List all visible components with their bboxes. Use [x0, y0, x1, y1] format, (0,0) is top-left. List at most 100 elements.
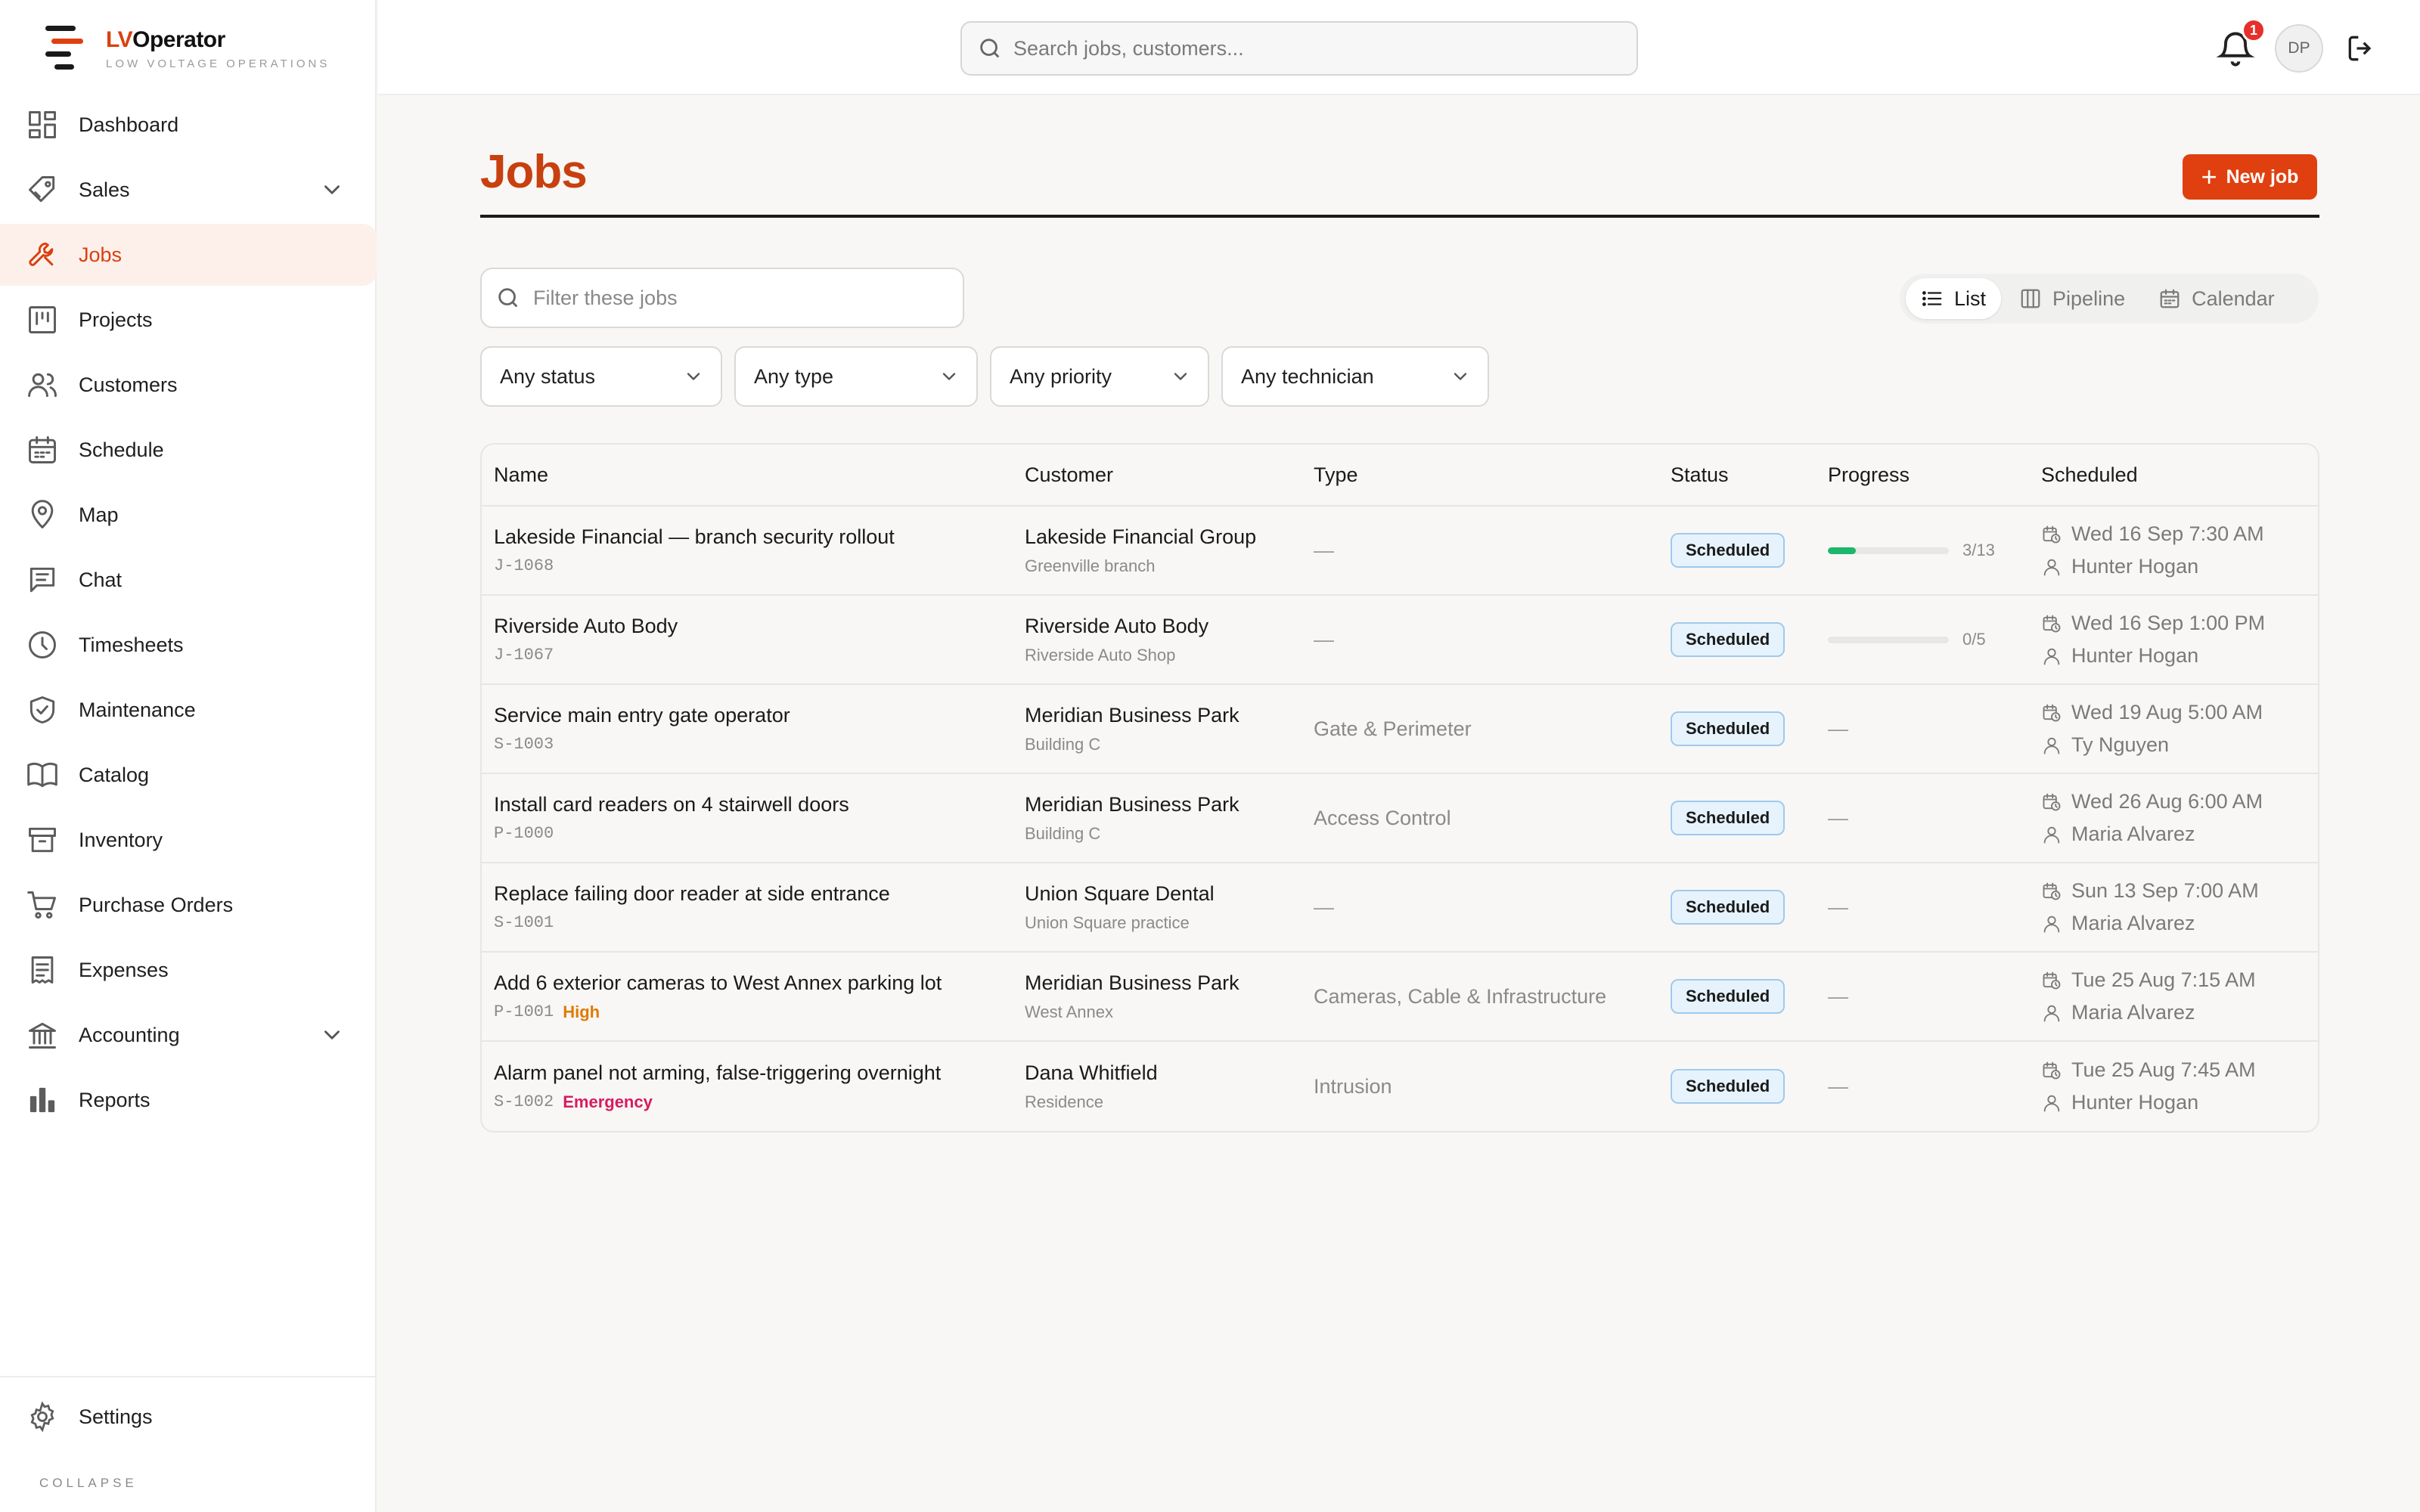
job-name[interactable]: Riverside Auto Body: [494, 615, 1025, 638]
view-pipeline[interactable]: Pipeline: [2004, 278, 2140, 319]
sidebar-item-inventory[interactable]: Inventory: [0, 809, 377, 871]
assigned-technician: Hunter Hogan: [2071, 644, 2199, 667]
job-name[interactable]: Lakeside Financial — branch security rol…: [494, 525, 1025, 549]
clock-icon: [29, 631, 56, 658]
table-row[interactable]: Alarm panel not arming, false-triggering…: [482, 1042, 2318, 1131]
brand-tagline: LOW VOLTAGE OPERATIONS: [106, 57, 330, 70]
sidebar-item-timesheets[interactable]: Timesheets: [0, 614, 377, 676]
customer-location: Building C: [1025, 823, 1101, 843]
archive-icon: [29, 827, 56, 853]
sidebar-item-catalog[interactable]: Catalog: [0, 744, 377, 806]
new-job-button[interactable]: + New job: [2183, 154, 2317, 200]
table-row[interactable]: Riverside Auto Body J-1067 Riverside Aut…: [482, 596, 2318, 685]
user-icon: [2043, 1005, 2060, 1021]
sidebar-item-maintenance[interactable]: Maintenance: [0, 679, 377, 741]
column-header-status[interactable]: Status: [1671, 463, 1828, 487]
column-header-customer[interactable]: Customer: [1025, 463, 1314, 487]
sidebar-item-accounting[interactable]: Accounting: [0, 1004, 377, 1066]
top-bar: 1 DP: [378, 0, 2420, 95]
priority-label: High: [563, 1002, 600, 1021]
column-header-scheduled[interactable]: Scheduled: [2041, 463, 2318, 487]
global-search[interactable]: [960, 21, 1638, 76]
filter-dropdowns: Any status Any type Any priority Any techni…: [480, 346, 1501, 407]
sidebar-item-purchase-orders[interactable]: Purchase Orders: [0, 874, 377, 936]
sidebar-item-chat[interactable]: Chat: [0, 549, 377, 611]
job-code: P-1000: [494, 824, 554, 843]
column-header-progress[interactable]: Progress: [1828, 463, 2041, 487]
wrench-icon: [29, 242, 54, 266]
job-name[interactable]: Service main entry gate operator: [494, 704, 1025, 727]
any-status-dropdown[interactable]: Any status: [480, 346, 722, 407]
table-row[interactable]: Install card readers on 4 stairwell door…: [482, 774, 2318, 863]
sidebar-item-dashboard[interactable]: Dashboard: [0, 94, 377, 156]
job-code: J-1067: [494, 646, 554, 665]
column-header-name[interactable]: Name: [482, 463, 1025, 487]
sidebar-item-label: Catalog: [79, 763, 150, 786]
sidebar-item-schedule[interactable]: Schedule: [0, 419, 377, 481]
columns-icon: [2021, 289, 2040, 308]
sidebar-item-jobs[interactable]: Jobs: [0, 224, 377, 286]
chevron-down-icon: [1454, 373, 1467, 380]
calendar-icon: [29, 436, 56, 463]
job-name[interactable]: Alarm panel not arming, false-triggering…: [494, 1061, 1025, 1085]
view-label: List: [1954, 287, 1987, 310]
any-priority-dropdown[interactable]: Any priority: [990, 346, 1209, 407]
jobs-filter[interactable]: [480, 268, 964, 328]
kanban-icon: [29, 306, 56, 333]
any-technician-dropdown[interactable]: Any technician: [1221, 346, 1489, 407]
progress-count: 3/13: [1962, 541, 1995, 559]
scheduled-date: Sun 13 Sep 7:00 AM: [2071, 879, 2259, 902]
user-icon: [2043, 826, 2060, 843]
table-body: Lakeside Financial — branch security rol…: [482, 507, 2318, 1131]
jobs-filter-input[interactable]: [533, 286, 957, 310]
customer-name: Meridian Business Park: [1025, 792, 1239, 816]
sidebar-item-map[interactable]: Map: [0, 484, 377, 546]
sidebar-item-label: Expenses: [79, 958, 169, 981]
bar-chart-icon: [29, 1087, 55, 1113]
progress-count: 0/5: [1962, 630, 1986, 649]
app-logo[interactable]: LVOperator LOW VOLTAGE OPERATIONS: [44, 24, 330, 71]
sidebar-item-label: Sales: [79, 178, 130, 201]
page-title: Jobs: [480, 146, 588, 198]
bank-icon: [29, 1022, 56, 1049]
any-type-dropdown[interactable]: Any type: [734, 346, 978, 407]
sidebar-item-projects[interactable]: Projects: [0, 289, 377, 351]
job-name[interactable]: Add 6 exterior cameras to West Annex par…: [494, 971, 1025, 995]
view-calendar[interactable]: Calendar: [2143, 278, 2290, 319]
sidebar-item-label: Jobs: [79, 243, 123, 266]
global-search-input[interactable]: [1013, 36, 1618, 60]
sidebar-item-customers[interactable]: Customers: [0, 354, 377, 416]
dropdown-value: Any priority: [1010, 364, 1112, 388]
plus-icon: +: [2201, 161, 2217, 192]
new-job-label: New job: [2226, 166, 2299, 187]
view-list[interactable]: List: [1906, 278, 2002, 319]
sidebar-item-expenses[interactable]: Expenses: [0, 939, 377, 1001]
user-icon: [2043, 916, 2060, 932]
collapse-button[interactable]: COLLAPSE: [39, 1476, 138, 1491]
status-badge: Scheduled: [1671, 1069, 1786, 1104]
sidebar: LVOperator LOW VOLTAGE OPERATIONS Dashbo…: [0, 0, 377, 1512]
job-code: S-1003: [494, 735, 554, 754]
customer-location: Building C: [1025, 734, 1101, 754]
dashboard-icon: [29, 111, 56, 138]
sidebar-item-sales[interactable]: Sales: [0, 159, 377, 221]
sidebar-item-label: Maintenance: [79, 698, 196, 721]
job-name[interactable]: Install card readers on 4 stairwell door…: [494, 793, 1025, 816]
job-name[interactable]: Replace failing door reader at side entr…: [494, 882, 1025, 906]
table-row[interactable]: Lakeside Financial — branch security rol…: [482, 507, 2318, 596]
user-avatar[interactable]: DP: [2275, 24, 2323, 73]
logout-icon[interactable]: [2344, 32, 2378, 65]
column-header-type[interactable]: Type: [1314, 463, 1671, 487]
view-label: Pipeline: [2052, 287, 2126, 310]
table-row[interactable]: Replace failing door reader at side entr…: [482, 863, 2318, 953]
sidebar-item-settings[interactable]: Settings: [26, 1400, 153, 1433]
sidebar-item-reports[interactable]: Reports: [0, 1069, 377, 1131]
table-row[interactable]: Service main entry gate operator S-1003 …: [482, 685, 2318, 774]
table-row[interactable]: Add 6 exterior cameras to West Annex par…: [482, 953, 2318, 1042]
scheduled-date: Tue 25 Aug 7:45 AM: [2071, 1058, 2256, 1081]
sidebar-item-label: Dashboard: [79, 113, 179, 136]
job-type: —: [1314, 895, 1334, 919]
assigned-technician: Maria Alvarez: [2071, 823, 2195, 845]
customer-location: Union Square practice: [1025, 912, 1190, 932]
assigned-technician: Hunter Hogan: [2071, 1091, 2199, 1114]
